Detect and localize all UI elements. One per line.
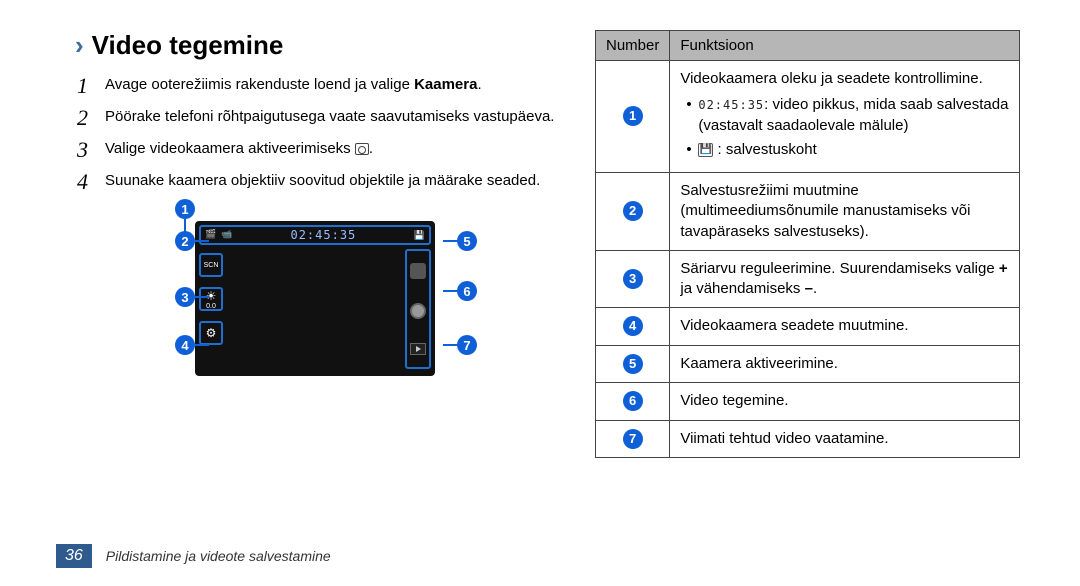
left-column: › Video tegemine 1 Avage ooterežiimis ra… <box>75 30 555 458</box>
right-controls-highlight <box>405 249 431 369</box>
row-description: Videokaamera oleku ja seadete kontrollim… <box>670 61 1020 173</box>
row-description: Viimati tehtud video vaatamine. <box>670 420 1020 457</box>
step-item: 1 Avage ooterežiimis rakenduste loend ja… <box>77 75 555 97</box>
table-row: 5 Kaamera aktiveerimine. <box>596 345 1020 382</box>
callout-7: 7 <box>457 335 477 355</box>
row-badge: 5 <box>623 354 643 374</box>
gear-icon <box>201 323 221 343</box>
list-item: : salvestuskoht <box>686 140 1009 160</box>
callout-2: 2 <box>175 231 195 251</box>
row-badge: 2 <box>623 201 643 221</box>
time-chip: 02:45:35 <box>698 98 764 112</box>
camera-preview-diagram: 🎬 📹 02:45:35 💾 SCN 0.0 <box>165 211 465 391</box>
row-badge: 6 <box>623 391 643 411</box>
table-row: 1 Videokaamera oleku ja seadete kontroll… <box>596 61 1020 173</box>
page-content: › Video tegemine 1 Avage ooterežiimis ra… <box>0 0 1080 468</box>
scene-label: SCN <box>204 262 219 269</box>
step-item: 2 Pöörake telefoni rõhtpaigutusega vaate… <box>77 107 555 129</box>
table-row: 3 Säriarvu reguleerimine. Suurendamiseks… <box>596 250 1020 308</box>
right-column: Number Funktsioon 1 Videokaamera oleku j… <box>595 30 1020 458</box>
table-row: 4 Videokaamera seadete muutmine. <box>596 308 1020 345</box>
functions-table: Number Funktsioon 1 Videokaamera oleku j… <box>595 30 1020 458</box>
camera-switch-icon <box>410 263 426 279</box>
row-description: Säriarvu reguleerimine. Suurendamiseks v… <box>670 250 1020 308</box>
row-description: Video tegemine. <box>670 383 1020 420</box>
heading-title: Video tegemine <box>92 30 284 61</box>
record-button-icon <box>410 303 426 319</box>
step-number: 1 <box>77 75 95 97</box>
step-number: 3 <box>77 139 95 161</box>
col-function: Funktsioon <box>670 31 1020 61</box>
step-item: 3 Valige videokaamera aktiveerimiseks . <box>77 139 555 161</box>
row-badge: 1 <box>623 106 643 126</box>
step-text: Valige videokaamera aktiveerimiseks . <box>105 139 555 161</box>
time-remaining-display: 02:45:35 <box>290 228 356 242</box>
video-icon: 📹 <box>221 229 233 241</box>
callout-5: 5 <box>457 231 477 251</box>
callout-6: 6 <box>457 281 477 301</box>
scene-mode-highlight: SCN <box>199 253 223 277</box>
playback-icon <box>410 343 426 355</box>
step-number: 4 <box>77 171 95 193</box>
left-controls: SCN 0.0 <box>199 253 223 345</box>
callout-1: 1 <box>175 199 195 219</box>
row-badge: 7 <box>623 429 643 449</box>
steps-list: 1 Avage ooterežiimis rakenduste loend ja… <box>77 75 555 193</box>
page-footer: 36 Pildistamine ja videote salvestamine <box>56 544 331 568</box>
camera-mode-icon <box>355 143 369 155</box>
status-bar-highlight: 🎬 📹 02:45:35 💾 <box>199 225 431 245</box>
row-badge: 4 <box>623 316 643 336</box>
row-badge: 3 <box>623 269 643 289</box>
page-number: 36 <box>56 544 92 568</box>
callout-3: 3 <box>175 287 195 307</box>
chevron-right-icon: › <box>75 30 84 61</box>
exposure-control-highlight: 0.0 <box>199 287 223 311</box>
section-title: Pildistamine ja videote salvestamine <box>106 548 331 564</box>
camera-body: 🎬 📹 02:45:35 💾 SCN 0.0 <box>195 221 435 376</box>
step-text: Suunake kaamera objektiiv soovitud objek… <box>105 171 555 193</box>
row-description: Videokaamera seadete muutmine. <box>670 308 1020 345</box>
step-text: Pöörake telefoni rõhtpaigutusega vaate s… <box>105 107 555 129</box>
table-row: 7 Viimati tehtud video vaatamine. <box>596 420 1020 457</box>
list-item: 02:45:35: video pikkus, mida saab salves… <box>686 95 1009 136</box>
step-number: 2 <box>77 107 95 129</box>
row-description: Kaamera aktiveerimine. <box>670 345 1020 382</box>
table-row: 6 Video tegemine. <box>596 383 1020 420</box>
step-item: 4 Suunake kaamera objektiiv soovitud obj… <box>77 171 555 193</box>
exposure-value: 0.0 <box>206 303 216 310</box>
col-number: Number <box>596 31 670 61</box>
storage-icon: 💾 <box>414 230 425 241</box>
table-header-row: Number Funktsioon <box>596 31 1020 61</box>
storage-location-icon <box>698 143 713 157</box>
table-row: 2 Salvestusrežiimi muutmine (multimeediu… <box>596 173 1020 251</box>
section-heading: › Video tegemine <box>75 30 555 61</box>
step-text: Avage ooterežiimis rakenduste loend ja v… <box>105 75 555 97</box>
settings-control-highlight <box>199 321 223 345</box>
row-description: Salvestusrežiimi muutmine (multimeediums… <box>670 173 1020 251</box>
callout-4: 4 <box>175 335 195 355</box>
